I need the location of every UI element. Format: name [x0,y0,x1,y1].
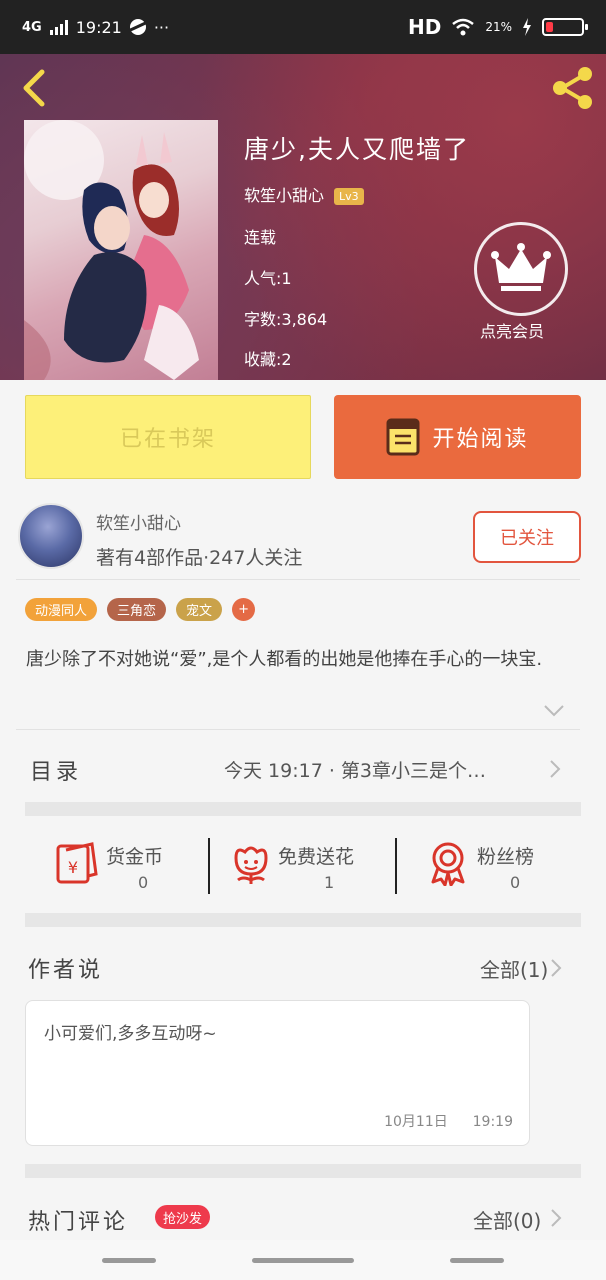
following-label: 已关注 [500,528,554,549]
vip-crown-button[interactable] [474,222,568,316]
status-more: ··· [153,17,170,37]
start-reading-label: 开始阅读 [432,427,529,452]
divider [16,729,580,730]
in-bookshelf-label: 已在书架 [119,427,216,452]
author-name[interactable]: 软笙小甜心 [96,509,181,534]
author-note-timestamp: 10月11日 19:19 [384,1111,513,1131]
book-title: 唐少,夫人又爬墙了 [244,135,470,164]
tag-list: 动漫同人 三角恋 宠文 + [25,598,256,621]
share-icon[interactable] [548,64,596,112]
following-button[interactable]: 已关注 [473,511,581,563]
status-bar: 4G 19:21 ··· HD 21% [0,0,606,54]
author-says-title: 作者说 [28,958,104,983]
divider [16,579,580,580]
book-author-line: 软笙小甜心 Lv3 [244,182,364,206]
book-word-count: 字数:3,864 [244,310,328,329]
tag-pampering[interactable]: 宠文 [176,598,223,621]
hot-comments-title: 热门评论 [28,1210,129,1235]
book-favorites: 收藏:2 [244,350,292,369]
system-nav-bar [0,1240,606,1280]
stat-flowers-label: 免费送花 [278,846,355,868]
level-badge: Lv3 [334,188,364,205]
red-envelope-icon: ¥ [56,842,98,884]
charging-icon [523,18,531,36]
latest-chapter: 今天 19:17 · 第3章小三是个… [224,760,487,782]
synopsis: 唐少除了不对她说“爱”,是个人都看的出她是他捧在手心的一块宝. [26,649,543,670]
author-note-date: 10月11日 [384,1114,448,1130]
section-gap [25,913,581,927]
book-icon [386,418,420,456]
toc-label: 目录 [30,760,83,785]
planet-icon [129,19,146,35]
section-gap [25,1164,581,1178]
author-note-text: 小可爱们,多多互动呀~ [44,1024,217,1044]
grab-sofa-badge[interactable]: 抢沙发 [155,1205,211,1229]
nav-menu-button[interactable] [102,1258,156,1263]
flower-icon [234,846,268,884]
in-bookshelf-button[interactable]: 已在书架 [25,395,311,479]
nav-back-button[interactable] [450,1258,504,1263]
tag-fan-fiction[interactable]: 动漫同人 [25,598,98,621]
stat-fans-label: 粉丝榜 [477,846,535,868]
medal-icon [431,842,465,886]
section-gap [25,802,581,816]
chevron-right-icon [550,760,561,778]
hot-comments-all-link[interactable]: 全部(0) [473,1205,541,1234]
stat-fans-value: 0 [510,873,521,892]
tag-love-triangle[interactable]: 三角恋 [107,598,167,621]
book-status: 连载 [244,228,277,247]
stat-coins-label: 货金币 [106,846,164,868]
battery-icon [542,18,588,36]
hd-indicator: HD [407,15,442,39]
crown-icon [491,243,551,291]
stat-coins-value: 0 [138,873,149,892]
stat-flowers-value: 1 [324,873,335,892]
svg-text:¥: ¥ [68,858,78,877]
book-popularity: 人气:1 [244,269,292,288]
back-icon[interactable] [14,66,54,110]
add-tag-button[interactable]: + [232,598,256,621]
chevron-right-icon[interactable] [549,1207,563,1229]
cover-illustration [24,120,199,380]
book-author[interactable]: 软笙小甜心 [244,186,324,205]
signal-icon [49,19,68,35]
book-cover[interactable] [24,120,218,380]
author-note-time: 19:19 [472,1114,513,1130]
book-header: 唐少,夫人又爬墙了 软笙小甜心 Lv3 连载 人气:1 字数:3,864 收藏:2… [0,54,606,380]
author-note-card[interactable]: 小可爱们,多多互动呀~ 10月11日 19:19 [25,1000,530,1146]
author-avatar[interactable] [18,503,84,569]
wifi-icon [452,18,475,36]
vip-label[interactable]: 点亮会员 [480,318,544,342]
stat-separator [395,838,397,894]
nav-home-button[interactable] [252,1258,354,1263]
author-says-all-link[interactable]: 全部(1) [480,954,548,983]
status-time: 19:21 [75,17,122,37]
chevron-down-icon[interactable] [543,704,565,718]
network-type: 4G [22,19,42,35]
author-stats: 著有4部作品·247人关注 [96,547,303,569]
start-reading-button[interactable]: 开始阅读 [334,395,581,479]
battery-percent: 21% [485,20,512,34]
chevron-right-icon[interactable] [549,957,563,979]
stat-separator [208,838,210,894]
